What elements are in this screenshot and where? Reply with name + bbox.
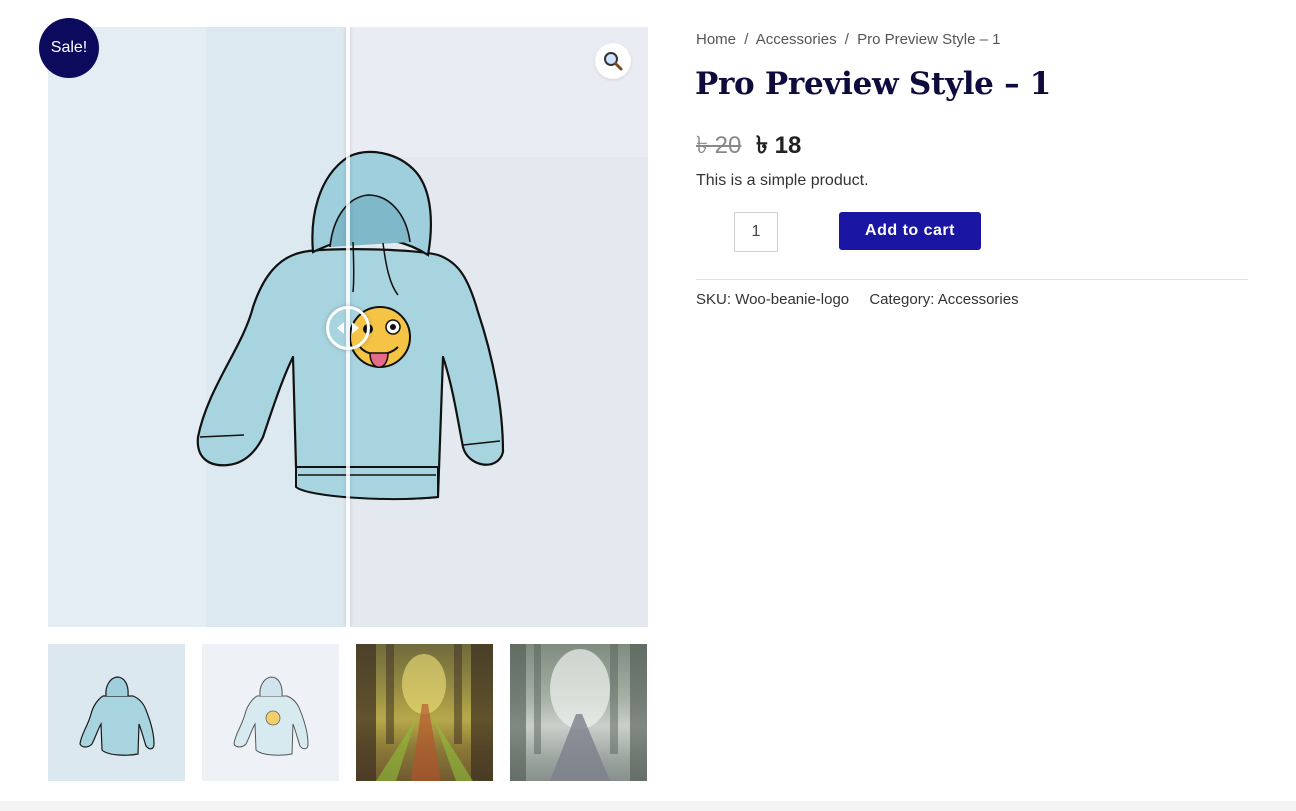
sale-badge: Sale! — [39, 18, 99, 78]
breadcrumb-separator: / — [844, 31, 849, 48]
category-link[interactable]: Accessories — [938, 291, 1019, 308]
add-to-cart-button[interactable]: Add to cart — [839, 212, 981, 250]
product-price: ৳ 20 ৳ 18 — [696, 127, 801, 167]
forest-path-sunlit-image — [356, 644, 493, 781]
hoodie-thumbnail-image — [79, 676, 155, 756]
arrow-right-icon — [352, 322, 359, 334]
sku-label: SKU: — [696, 291, 732, 308]
product-short-description: This is a simple product. — [696, 172, 869, 189]
product-title: Pro Preview Style – 1 — [695, 66, 1052, 102]
product-page: Sale! Home / Accessories / Pro Preview S… — [0, 0, 1296, 811]
arrow-left-icon — [337, 322, 344, 334]
thumbnail-forest-path-sunlit[interactable] — [356, 644, 493, 781]
breadcrumb-current: Pro Preview Style – 1 — [857, 31, 1001, 48]
price-sale: ৳ 18 — [756, 132, 802, 159]
hoodie-emoji-thumbnail-image — [233, 676, 309, 756]
thumbnail-forest-road-misty[interactable] — [510, 644, 647, 781]
forest-road-misty-image — [510, 644, 647, 781]
breadcrumb-separator: / — [744, 31, 749, 48]
breadcrumb-category-link[interactable]: Accessories — [756, 31, 837, 48]
quantity-input[interactable] — [734, 212, 778, 252]
sku-value: Woo-beanie-logo — [735, 291, 850, 308]
breadcrumb: Home / Accessories / Pro Preview Style –… — [696, 31, 1000, 48]
magnifier-icon — [604, 52, 623, 71]
thumbnail-hoodie-plain[interactable] — [48, 644, 185, 781]
thumbnail-hoodie-emoji[interactable] — [202, 644, 339, 781]
zoom-button[interactable] — [595, 43, 631, 79]
meta-divider — [696, 279, 1248, 280]
product-image-compare[interactable] — [48, 27, 648, 627]
breadcrumb-home-link[interactable]: Home — [696, 31, 736, 48]
page-bottom-band — [0, 801, 1296, 811]
compare-drag-handle[interactable] — [326, 306, 370, 350]
product-meta: SKU: Woo-beanie-logo Category: Accessori… — [696, 291, 1019, 308]
gallery-thumbnails — [48, 644, 648, 781]
price-regular: ৳ 20 — [696, 132, 742, 159]
category-label: Category: — [869, 291, 935, 308]
